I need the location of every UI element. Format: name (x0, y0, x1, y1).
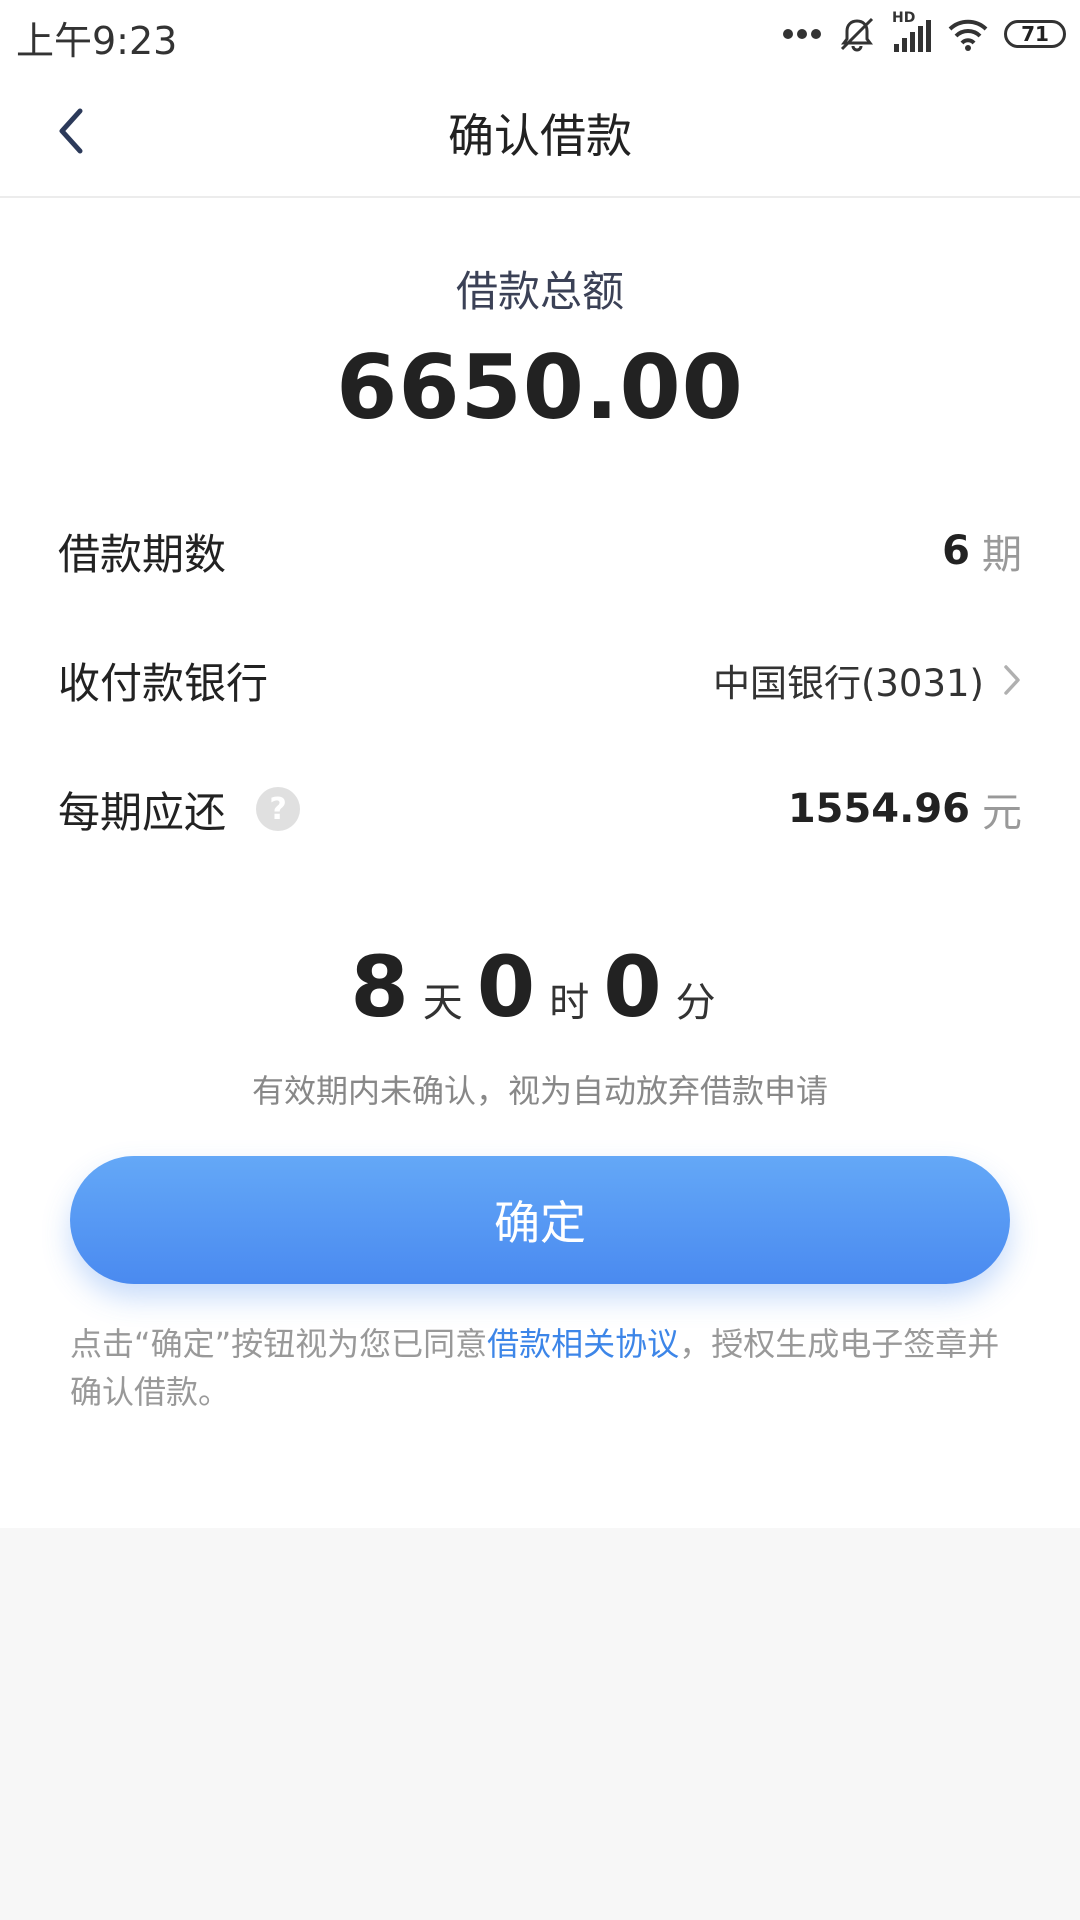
term-value: 6 (942, 528, 970, 574)
term-label: 借款期数 (58, 529, 227, 579)
installment-value-group: 1554.96 元 (788, 780, 1022, 838)
term-value-group: 6 期 (942, 522, 1022, 580)
countdown: 8天0时0分 (0, 938, 1080, 1036)
wifi-icon (948, 19, 988, 51)
installment-unit: 元 (982, 790, 1022, 836)
installment-label-group: 每期应还 ? (58, 779, 301, 840)
expiry-hint: 有效期内未确认，视为自动放弃借款申请 (251, 1072, 828, 1110)
installment-row: 每期应还 ? 1554.96 元 (58, 769, 1022, 849)
agreement-prefix: 点击“确定”按钮视为您已同意 (70, 1325, 488, 1363)
nav-bar: 确认借款 (0, 68, 1080, 198)
agreement-text: 点击“确定”按钮视为您已同意借款相关协议，授权生成电子签章并确认借款。 (70, 1320, 1010, 1416)
term-unit: 期 (982, 532, 1022, 578)
signal-icon (894, 20, 931, 52)
bank-value: 中国银行(3031) (712, 662, 984, 705)
help-icon[interactable]: ? (256, 787, 301, 831)
term-row: 借款期数 6 期 (58, 511, 1022, 591)
installment-value: 1554.96 (787, 786, 970, 832)
total-amount: 6650.00 (336, 336, 744, 439)
agreement-link[interactable]: 借款相关协议 (487, 1325, 679, 1363)
bank-label: 收付款银行 (58, 658, 269, 708)
bank-value-group[interactable]: 中国银行(3031) (713, 653, 1022, 707)
countdown-minutes-unit: 分 (675, 980, 716, 1026)
signal-indicator: HD (892, 10, 932, 54)
countdown-days: 8 (350, 938, 409, 1036)
mute-icon (840, 17, 874, 52)
countdown-hours: 0 (476, 938, 536, 1036)
status-time: 上午9:23 (16, 19, 178, 63)
countdown-days-unit: 天 (422, 980, 463, 1026)
installment-label: 每期应还 (58, 787, 227, 837)
chevron-right-icon (1002, 663, 1022, 697)
confirm-button[interactable]: 确定 (70, 1156, 1010, 1284)
countdown-minutes: 0 (603, 938, 662, 1036)
total-label: 借款总额 (455, 267, 624, 316)
status-bar: 上午9:23 HD 71 (0, 0, 1080, 68)
bank-row[interactable]: 收付款银行 中国银行(3031) (58, 640, 1022, 720)
more-icon (783, 29, 821, 39)
page-title: 确认借款 (448, 109, 632, 163)
battery-icon: 71 (1004, 20, 1066, 48)
loan-confirm-panel: 借款总额 6650.00 借款期数 6 期 收付款银行 中国银行(3031) 每… (0, 198, 1080, 1528)
status-icons: HD 71 (782, 10, 1066, 54)
battery-level: 71 (1021, 22, 1049, 46)
countdown-hours-unit: 时 (549, 980, 590, 1026)
